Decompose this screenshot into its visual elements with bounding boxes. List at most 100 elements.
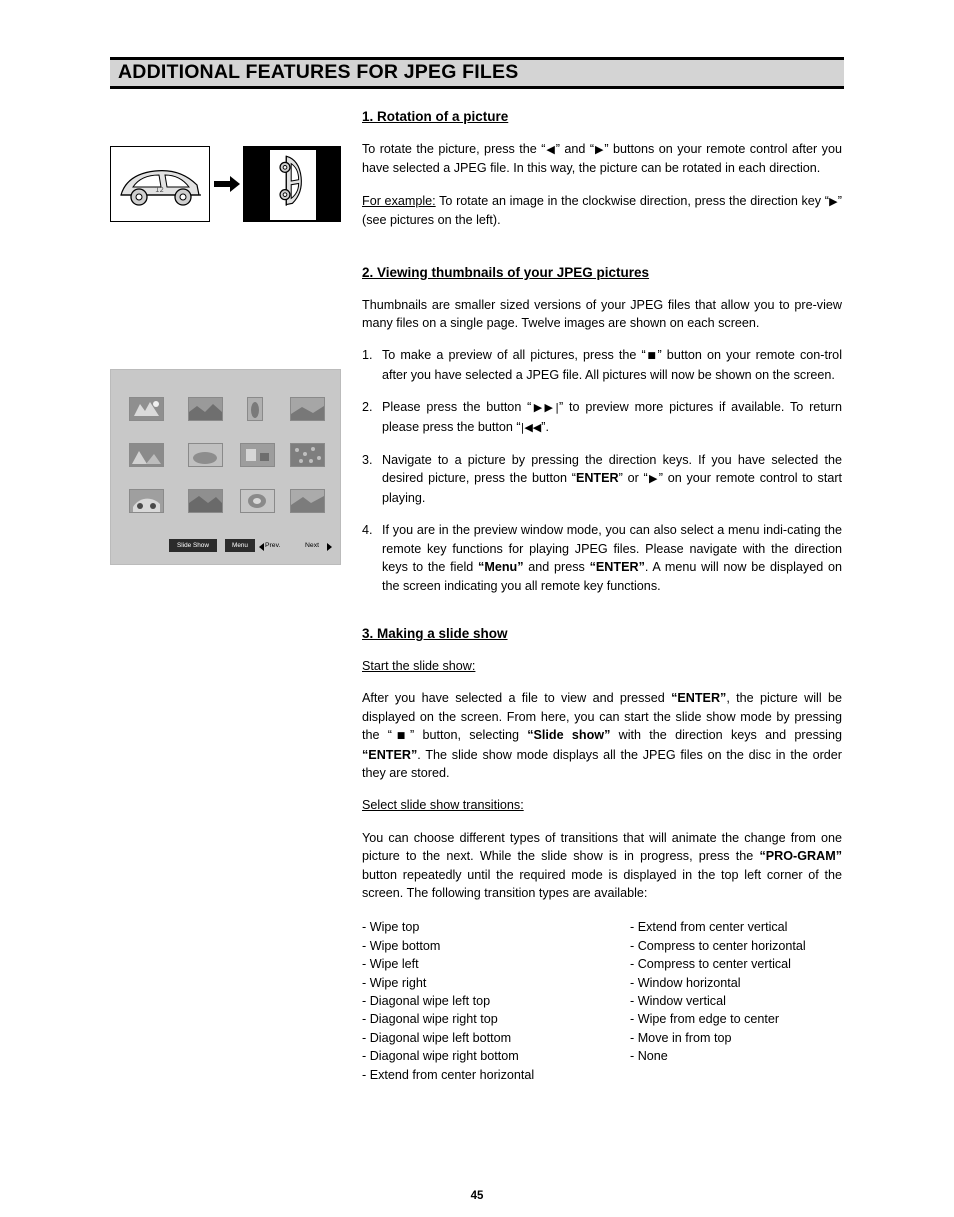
transition-item: - Wipe top: [362, 920, 420, 935]
rotation-p1-b: ” and “: [555, 142, 595, 156]
main-content-column: 1. Rotation of a picture To rotate the p…: [362, 108, 842, 1082]
prev-label[interactable]: Prev.: [265, 539, 280, 552]
step4-menu: “Menu”: [478, 560, 524, 575]
list-item: 4. If you are in the preview window mode,…: [362, 521, 842, 595]
step4-enter: “ENTER”: [589, 560, 645, 575]
rotation-paragraph-1: To rotate the picture, press the “◀” and…: [362, 140, 842, 178]
thumbnail-cell: [129, 489, 164, 513]
list-item-number: 1.: [362, 348, 373, 363]
ss-enter-2: “ENTER”: [362, 747, 418, 762]
thumbnail-grid: [129, 397, 325, 513]
slideshow-paragraph-2: You can choose different types of transi…: [362, 829, 842, 903]
section-heading-slideshow: 3. Making a slide show: [362, 625, 508, 641]
car-drawing-rotated-icon: [270, 150, 316, 220]
thumbnail-cell: [240, 489, 275, 513]
transition-item: - Window horizontal: [630, 975, 741, 990]
prev-track-icon: |◀◀: [520, 420, 542, 434]
document-page: ADDITIONAL FEATURES FOR JPEG FILES 12 Sl…: [0, 0, 954, 1217]
rotation-paragraph-2: For example: To rotate an image in the c…: [362, 192, 842, 230]
step2-c: ”.: [541, 419, 549, 434]
thumbnail-cell: [188, 397, 223, 421]
list-item-number: 3.: [362, 453, 373, 468]
thumbnail-cell: [188, 443, 223, 467]
step3-enter: ENTER: [575, 471, 619, 486]
slideshow-paragraph-1: After you have selected a file to view a…: [362, 689, 842, 782]
transition-item: - Diagonal wipe left bottom: [362, 1030, 512, 1045]
list-item: 2. Please press the button “▶▶|” to previ…: [362, 398, 842, 437]
thumbnails-step-list: 1. To make a preview of all pictures, pre…: [362, 346, 842, 594]
transition-item: - Window vertical: [630, 994, 726, 1008]
section-heading-thumbnails: 2. Viewing thumbnails of your JPEG pictu…: [362, 264, 650, 280]
thumbnail-screen-toolbar: Slide Show Menu Prev. Next: [169, 539, 334, 552]
car-photo-original: 12: [110, 146, 210, 222]
transition-item: - Compress to center vertical: [630, 957, 791, 972]
transition-column-right: - Extend from center vertical - Compress…: [630, 918, 806, 1065]
thumbnail-cell: [129, 443, 164, 467]
ss-slide-show-label: “Slide show”: [527, 728, 611, 743]
for-example-label: For example:: [362, 193, 436, 208]
ss-p1-e: . The slide show mode displays all the J…: [362, 747, 842, 780]
list-item: 1. To make a preview of all pictures, pre…: [362, 346, 842, 384]
page-title: ADDITIONAL FEATURES FOR JPEG FILES: [118, 61, 519, 83]
transition-item: - Wipe bottom: [362, 938, 441, 953]
thumbnail-cell: [188, 489, 223, 513]
right-arrow-icon: ▶: [594, 143, 605, 156]
header-rule-bottom: [110, 86, 844, 89]
left-arrow-icon: ◀: [545, 143, 556, 156]
slide-show-button[interactable]: Slide Show: [169, 539, 217, 552]
ss-p2-b: button repeatedly until the required mod…: [362, 867, 842, 900]
svg-text:12: 12: [155, 186, 164, 194]
rotation-p1-a: To rotate the picture, press the “: [362, 142, 546, 156]
rotation-arrow-icon: [214, 176, 240, 192]
thumbnail-cell: [290, 443, 325, 467]
start-slide-show-label: Start the slide show:: [362, 658, 476, 673]
step4-b: and press: [523, 560, 590, 575]
ss-p1-d: with the direction keys and pressing: [610, 728, 842, 743]
step1-a: To make a preview of all pictures, press…: [382, 348, 646, 363]
thumbnail-screen-illustration: Slide Show Menu Prev. Next: [110, 369, 341, 565]
thumbnail-cell: [290, 489, 325, 513]
next-track-icon: ▶▶|: [531, 401, 559, 415]
transition-item: - Move in from top: [630, 1030, 732, 1045]
select-transitions-label: Select slide show transitions:: [362, 798, 524, 813]
transition-item: - Diagonal wipe left top: [362, 994, 491, 1008]
list-item-number: 4.: [362, 523, 373, 538]
stop-square-icon: ■: [645, 351, 658, 362]
transition-item: - Compress to center horizontal: [630, 938, 806, 953]
transition-item: - Extend from center horizontal: [362, 1067, 535, 1082]
stop-square-icon: ■: [391, 731, 411, 742]
transition-item: - Wipe right: [362, 975, 427, 990]
transition-item: - Wipe left: [362, 957, 419, 972]
prev-arrow-icon[interactable]: [259, 543, 264, 551]
page-number: 45: [470, 1190, 484, 1202]
car-drawing-icon: 12: [111, 147, 209, 221]
transition-item: - None: [630, 1049, 668, 1064]
transition-column-left: - Wipe top - Wipe bottom - Wipe left - W…: [362, 918, 534, 1084]
next-label[interactable]: Next: [305, 539, 319, 552]
slideshow-subheading-2: Select slide show transitions:: [362, 796, 842, 814]
thumbnail-cell: [240, 443, 275, 467]
list-item: 3. Navigate to a picture by pressing the …: [362, 451, 842, 507]
ss-enter-1: “ENTER”: [671, 691, 727, 706]
slideshow-subheading-1: Start the slide show:: [362, 657, 842, 675]
transition-types-list: - Wipe top - Wipe bottom - Wipe left - W…: [362, 918, 842, 1081]
rotation-illustration: 12: [110, 146, 341, 222]
step3-b: ” or “: [618, 471, 648, 486]
transition-item: - Diagonal wipe right top: [362, 1012, 498, 1027]
ss-program-label: “PRO-GRAM”: [759, 849, 842, 864]
section-heading-rotation: 1. Rotation of a picture: [362, 109, 509, 124]
transition-item: - Wipe from edge to center: [630, 1012, 780, 1027]
transition-item: - Extend from center vertical: [630, 920, 788, 935]
ss-p1-c: ” button, selecting: [410, 728, 528, 743]
list-item-number: 2.: [362, 400, 373, 415]
right-arrow-icon: ▶: [647, 472, 659, 486]
car-photo-rotated: [243, 146, 341, 222]
ss-p1-a: After you have selected a file to view a…: [362, 691, 672, 706]
next-arrow-icon[interactable]: [327, 543, 332, 551]
thumbnail-cell: [129, 397, 164, 421]
thumbnail-cell: [247, 397, 263, 421]
rotation-p2-a: To rotate an image in the clockwise dire…: [435, 193, 829, 208]
menu-button[interactable]: Menu: [225, 539, 255, 552]
thumbnail-cell: [290, 397, 325, 421]
right-arrow-icon: ▶: [828, 194, 838, 208]
